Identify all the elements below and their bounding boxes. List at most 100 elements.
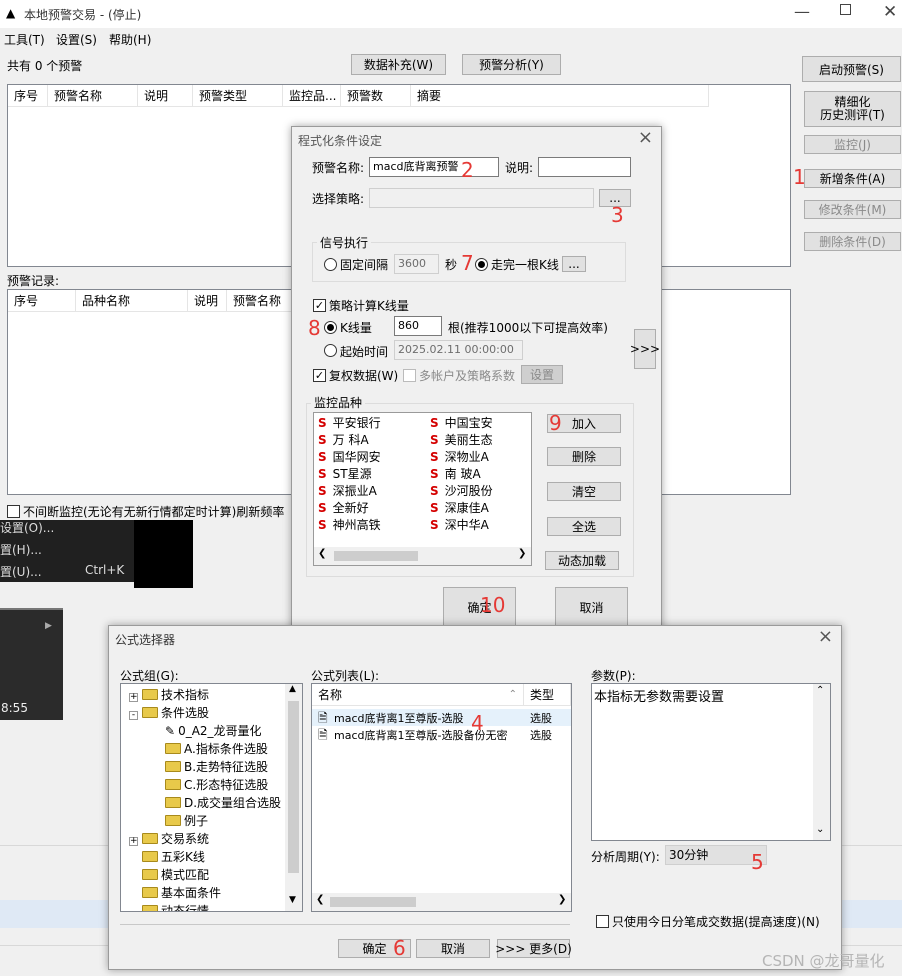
list-scroll-left-icon[interactable]: ❮ <box>316 894 324 905</box>
stock-item[interactable]: S 中国宝安 <box>430 415 493 432</box>
scroll-left-icon[interactable]: ❮ <box>318 548 326 559</box>
finish-kline-settings-button[interactable]: ... <box>562 256 586 272</box>
formula-list[interactable]: 名称 ⌃ 类型 🗎 macd底背离1至尊版-选股 选股 🗎 macd底背离1至尊… <box>311 683 572 912</box>
continuous-monitor-checkbox[interactable] <box>7 505 20 518</box>
adjusted-data-checkbox[interactable]: ✓ <box>313 369 326 382</box>
list-scroll-right-icon[interactable]: ❯ <box>558 894 566 905</box>
stock-item[interactable]: S 深物业A <box>430 449 489 466</box>
clear-stocks-button[interactable]: 清空 <box>547 482 621 501</box>
col-formula-type[interactable]: 类型 <box>524 684 571 706</box>
stock-item[interactable]: S 万 科A <box>318 432 369 449</box>
tree-item[interactable]: ✎ 0_A2_龙哥量化 <box>165 722 262 740</box>
multi-account-checkbox[interactable] <box>403 369 416 382</box>
stock-item[interactable]: S 深康佳A <box>430 500 489 517</box>
tree-scroll-up-icon[interactable]: ▲ <box>289 684 296 694</box>
stock-item[interactable]: S 深振业A <box>318 483 377 500</box>
fixed-interval-radio[interactable] <box>324 258 337 271</box>
col-index[interactable]: 序号 <box>8 85 48 107</box>
modify-condition-button[interactable]: 修改条件(M) <box>804 200 901 219</box>
col-symbol-name[interactable]: 品种名称 <box>76 290 188 312</box>
stock-item[interactable]: S 南 玻A <box>430 466 481 483</box>
tree-vscroll-thumb[interactable] <box>288 701 299 873</box>
col-monitored[interactable]: 监控品... <box>283 85 341 107</box>
stock-item[interactable]: S 神州高铁 <box>318 517 381 534</box>
stock-item[interactable]: S 深中华A <box>430 517 489 534</box>
stock-list-hscroll[interactable]: ❮ ❯ <box>314 547 531 565</box>
alert-name-input[interactable]: macd底背离预警 <box>369 157 499 177</box>
stock-item[interactable]: S 国华网安 <box>318 449 381 466</box>
stock-list-hscroll-thumb[interactable] <box>334 551 418 561</box>
expand-button[interactable]: >>> <box>630 329 660 369</box>
kline-count-radio[interactable] <box>324 321 337 334</box>
stock-item[interactable]: S 全新好 <box>318 500 369 517</box>
stock-item[interactable]: S 沙河股份 <box>430 483 493 500</box>
params-scroll-up-icon[interactable]: ⌃ <box>816 685 824 696</box>
tree-item[interactable]: + 交易系统 <box>129 830 209 848</box>
col-record-index[interactable]: 序号 <box>8 290 76 312</box>
add-condition-button[interactable]: 新增条件(A) <box>804 169 901 188</box>
params-box[interactable]: 本指标无参数需要设置 ⌃ ⌄ <box>591 683 831 841</box>
tree-item[interactable]: B.走势特征选股 <box>165 758 268 776</box>
formula-row-1[interactable]: 🗎 macd底背离1至尊版-选股 选股 <box>312 709 571 726</box>
tree-item[interactable]: 例子 <box>165 812 208 830</box>
monitor-button[interactable]: 监控(J) <box>804 135 901 154</box>
formula-more-button[interactable]: >>> 更多(D) <box>495 939 572 958</box>
formula-group-tree[interactable]: + 技术指标 - 条件选股 ✎ 0_A2_龙哥量化 A.指标条件选股 B.走势特征选股 C.形态… <box>120 683 303 912</box>
delete-stock-button[interactable]: 删除 <box>547 447 621 466</box>
tree-item[interactable]: - 条件选股 <box>129 704 209 722</box>
kline-count-input[interactable]: 860 <box>394 316 442 336</box>
condition-dialog-close-icon[interactable]: × <box>638 127 653 148</box>
alert-analysis-button[interactable]: 预警分析(Y) <box>462 54 561 75</box>
collapse-icon[interactable]: - <box>129 711 138 720</box>
tree-item[interactable]: A.指标条件选股 <box>165 740 268 758</box>
col-summary[interactable]: 摘要 <box>411 85 709 107</box>
stock-list[interactable]: S 平安银行 S 中国宝安 S 万 科A S 美丽生态 S 国华网安 S 深物业A S ST星源 S 南 玻A… <box>313 412 532 566</box>
start-time-radio[interactable] <box>324 344 337 357</box>
col-alert-count[interactable]: 预警数 <box>341 85 411 107</box>
minimize-icon[interactable]: — <box>794 2 810 21</box>
tick-data-checkbox[interactable] <box>596 915 609 928</box>
col-formula-name[interactable]: 名称 ⌃ <box>312 684 524 706</box>
params-vscroll[interactable]: ⌃ ⌄ <box>813 684 830 840</box>
start-time-input[interactable]: 2025.02.11 00:00:00 <box>394 340 523 360</box>
multi-account-settings-button[interactable]: 设置 <box>521 365 563 384</box>
formula-list-hscroll[interactable]: ❮ ❯ <box>312 893 571 911</box>
params-scroll-down-icon[interactable]: ⌄ <box>816 824 824 835</box>
col-record-desc[interactable]: 说明 <box>188 290 227 312</box>
menu-settings[interactable]: 设置(S) <box>56 31 97 48</box>
expand-icon[interactable]: + <box>129 693 138 702</box>
formula-row-2[interactable]: 🗎 macd底背离1至尊版-选股备份无密 选股 <box>312 726 571 743</box>
stock-item[interactable]: S 平安银行 <box>318 415 381 432</box>
tree-item[interactable]: 动态行情 <box>129 902 209 911</box>
formula-list-hscroll-thumb[interactable] <box>330 897 416 907</box>
stock-item[interactable]: S 美丽生态 <box>430 432 493 449</box>
refine-backtest-button[interactable]: 精细化 历史测评(T) <box>804 91 901 127</box>
tree-item[interactable]: 模式匹配 <box>129 866 209 884</box>
tree-item[interactable]: 基本面条件 <box>129 884 221 902</box>
col-desc[interactable]: 说明 <box>138 85 193 107</box>
col-alert-type[interactable]: 预警类型 <box>193 85 283 107</box>
strategy-kline-checkbox[interactable]: ✓ <box>313 299 326 312</box>
formula-cancel-button[interactable]: 取消 <box>416 939 490 958</box>
menu-tools[interactable]: 工具(T) <box>4 31 45 48</box>
menu-help[interactable]: 帮助(H) <box>109 31 151 48</box>
tree-item[interactable]: + 技术指标 <box>129 686 209 704</box>
delete-condition-button[interactable]: 删除条件(D) <box>804 232 901 251</box>
data-supplement-button[interactable]: 数据补充(W) <box>351 54 446 75</box>
desc-input[interactable] <box>538 157 631 177</box>
finish-kline-radio[interactable] <box>475 258 488 271</box>
condition-cancel-button[interactable]: 取消 <box>555 587 628 628</box>
formula-dialog-close-icon[interactable]: × <box>818 626 833 647</box>
tree-item[interactable]: C.形态特征选股 <box>165 776 268 794</box>
start-alert-button[interactable]: 启动预警(S) <box>802 56 901 82</box>
tree-item[interactable]: D.成交量组合选股 <box>165 794 281 812</box>
col-alert-name[interactable]: 预警名称 <box>48 85 138 107</box>
scroll-right-icon[interactable]: ❯ <box>518 548 526 559</box>
maximize-icon[interactable] <box>840 4 851 15</box>
strategy-input[interactable] <box>369 188 594 208</box>
tree-vscroll[interactable]: ▲ ▼ <box>285 684 302 911</box>
stock-item[interactable]: S ST星源 <box>318 466 372 483</box>
select-all-button[interactable]: 全选 <box>547 517 621 536</box>
tree-item[interactable]: 五彩K线 <box>129 848 205 866</box>
expand-icon[interactable]: + <box>129 837 138 846</box>
